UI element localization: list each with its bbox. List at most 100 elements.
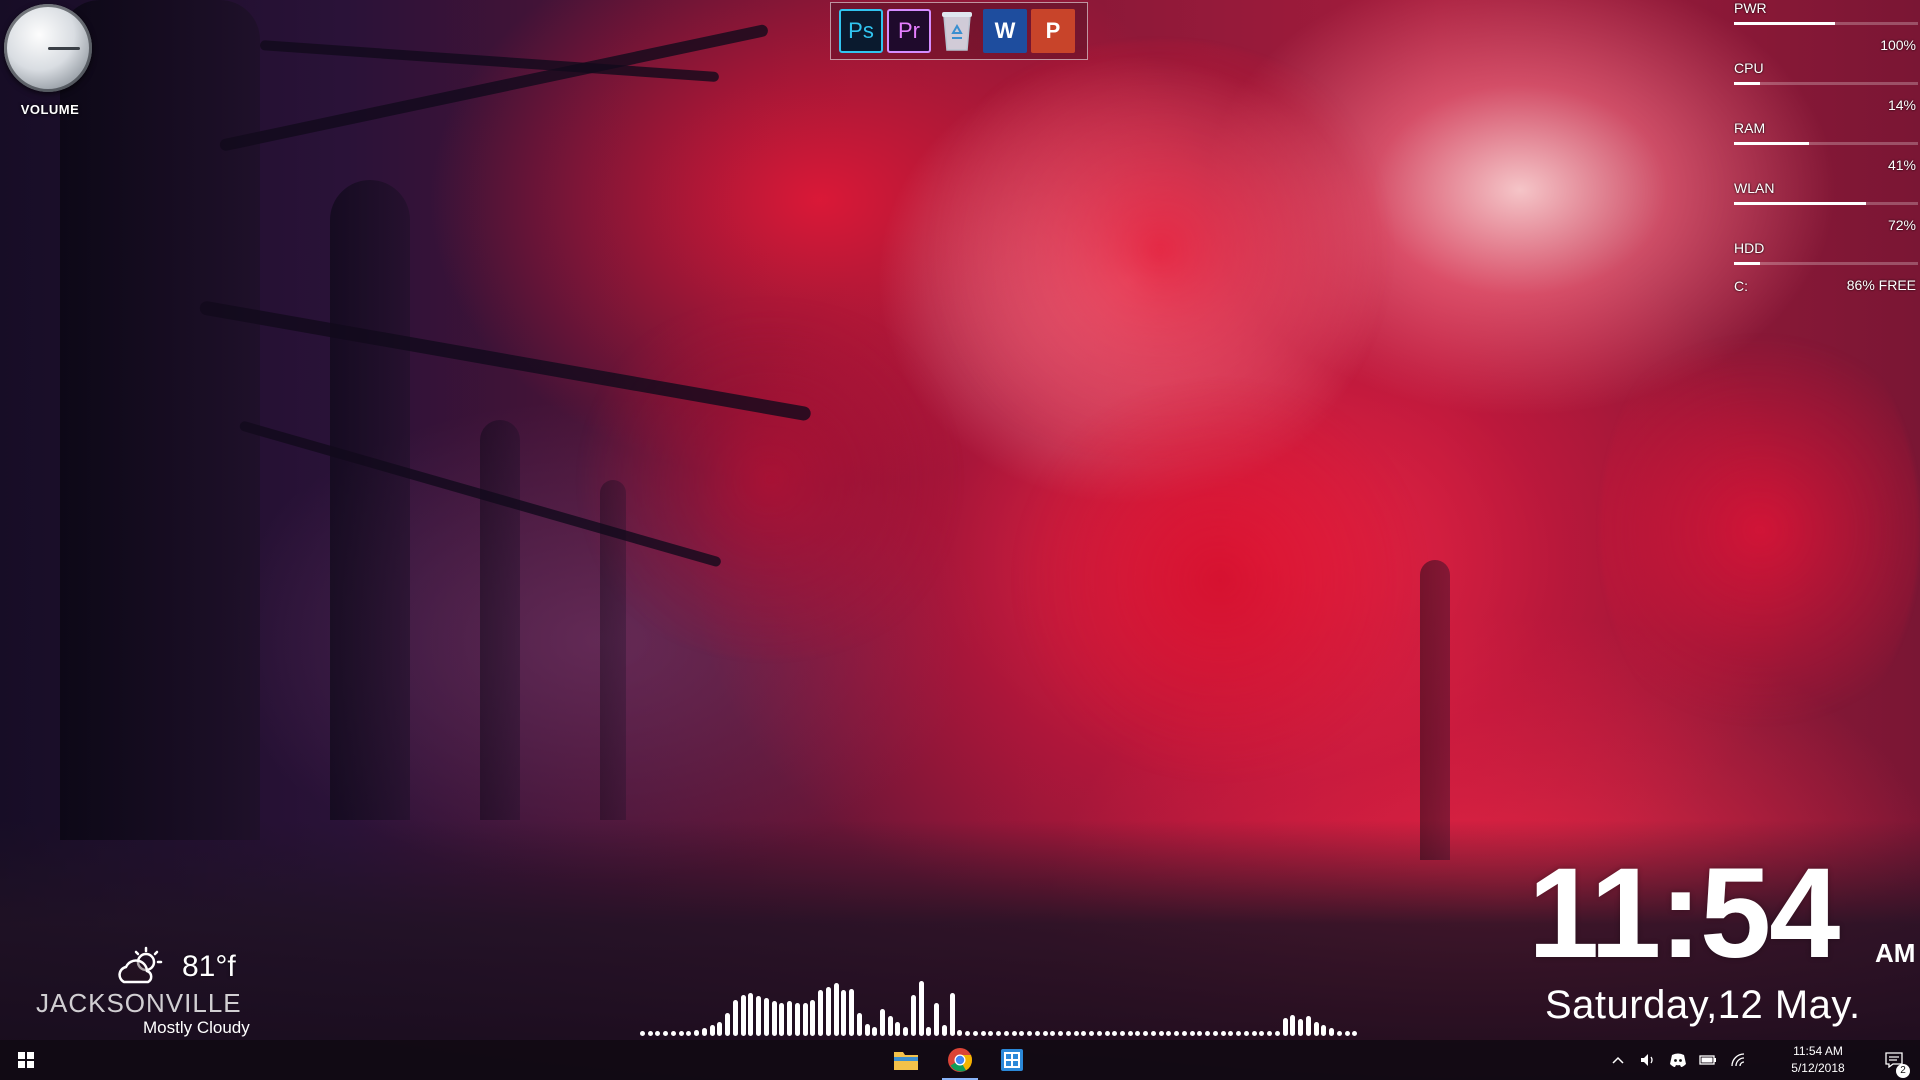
visualizer-bar <box>996 1031 1002 1036</box>
visualizer-bar <box>802 1002 808 1036</box>
visualizer-bar <box>841 990 847 1036</box>
recycle-bin-icon[interactable] <box>935 9 979 53</box>
photoshop-icon[interactable]: Ps <box>839 9 883 53</box>
visualizer-bar <box>1120 1031 1125 1036</box>
monitor-row-wlan: WLAN 72% <box>1732 180 1920 236</box>
tree-trunk <box>1420 560 1450 860</box>
tree-trunk <box>60 0 260 840</box>
visualizer-bar <box>1011 1031 1017 1036</box>
monitor-track <box>1734 262 1918 265</box>
visualizer-bar <box>1352 1031 1358 1036</box>
foliage-blob <box>1000 380 1440 780</box>
visualizer-bar <box>779 1002 785 1036</box>
visualizer-bar <box>686 1031 692 1036</box>
clock-date: Saturday,12 May. <box>1545 983 1861 1027</box>
tree-trunk <box>330 180 410 820</box>
visualizer-bar <box>1267 1031 1273 1036</box>
app-dock: Ps Pr W P <box>830 2 1088 60</box>
visualizer-bar <box>1305 1016 1311 1036</box>
visualizer-bar <box>965 1031 971 1036</box>
discord-icon[interactable] <box>1668 1050 1688 1070</box>
powerpoint-icon[interactable]: P <box>1031 9 1075 53</box>
visualizer-bar <box>1034 1031 1040 1036</box>
monitor-label: RAM <box>1734 120 1766 136</box>
visualizer-bar <box>1050 1031 1056 1036</box>
visualizer-bar <box>1150 1031 1156 1036</box>
visualizer-bar <box>732 999 738 1036</box>
volume-widget[interactable]: VOLUME <box>2 2 98 120</box>
monitor-row-pwr: PWR 100% <box>1732 0 1920 56</box>
visualizer-bar <box>1298 1019 1304 1036</box>
visualizer-bar <box>825 987 831 1036</box>
visualizer-bar <box>1003 1031 1009 1036</box>
volume-knob-indicator <box>48 47 80 50</box>
taskbar-file-explorer[interactable] <box>882 1040 930 1080</box>
monitor-track <box>1734 202 1918 205</box>
visualizer-bar <box>725 1013 731 1036</box>
visualizer-bar <box>748 993 754 1036</box>
visualizer-bar <box>1127 1031 1133 1036</box>
visualizer-bar <box>980 1031 986 1036</box>
visualizer-bar <box>1228 1031 1234 1036</box>
visualizer-bar <box>670 1031 676 1036</box>
chevron-up-icon[interactable] <box>1608 1050 1628 1070</box>
partly-cloudy-icon <box>118 946 163 984</box>
battery-icon[interactable] <box>1698 1050 1718 1070</box>
monitor-row-cpu: CPU 14% <box>1732 60 1920 116</box>
tree-trunk <box>480 420 520 820</box>
volume-knob[interactable] <box>4 4 92 92</box>
system-tray: 11:54 AM 5/12/2018 2 <box>1600 1040 1920 1080</box>
word-icon[interactable]: W <box>983 9 1027 53</box>
visualizer-bar <box>1027 1031 1033 1036</box>
visualizer-bar <box>1189 1031 1195 1036</box>
folder-icon <box>894 1052 918 1070</box>
visualizer-bar <box>647 1031 653 1036</box>
tray-date[interactable]: 5/12/2018 <box>1778 1061 1858 1075</box>
visualizer-bar <box>1104 1031 1110 1036</box>
visualizer-bar <box>640 1031 645 1036</box>
monitor-label: WLAN <box>1734 180 1775 196</box>
system-monitor: PWR 100% CPU 14% RAM 41% WLAN 72% HDD C:… <box>1732 0 1920 300</box>
visualizer-bar <box>903 1026 909 1036</box>
visualizer-bar <box>756 996 762 1036</box>
visualizer-bar <box>771 1001 777 1036</box>
monitor-bar-fill <box>1734 262 1760 265</box>
audio-visualizer <box>640 960 1360 1036</box>
visualizer-bar <box>926 1026 932 1036</box>
speaker-icon[interactable] <box>1638 1050 1658 1070</box>
taskbar-app-window[interactable] <box>988 1040 1036 1080</box>
tree-branch <box>259 40 720 83</box>
visualizer-bar <box>1042 1031 1048 1036</box>
visualizer-bar <box>709 1025 715 1036</box>
visualizer-bar <box>833 982 839 1036</box>
clock-ampm: AM <box>1875 938 1916 968</box>
tray-time[interactable]: 11:54 AM <box>1778 1044 1858 1058</box>
visualizer-bar <box>1112 1031 1118 1036</box>
visualizer-bar <box>717 1022 723 1036</box>
taskbar-chrome[interactable] <box>936 1040 984 1080</box>
visualizer-bar <box>663 1031 669 1036</box>
visualizer-bar <box>740 994 746 1036</box>
visualizer-bar <box>856 1013 862 1036</box>
clock-time: 11:54 <box>1528 842 1840 985</box>
visualizer-bar <box>1274 1031 1280 1036</box>
visualizer-bar <box>1282 1017 1288 1036</box>
visualizer-bar <box>818 990 824 1036</box>
start-button[interactable] <box>0 1040 52 1080</box>
visualizer-bar <box>655 1031 661 1036</box>
visualizer-bar <box>864 1023 870 1036</box>
desktop: VOLUME Ps Pr W P PWR 100% CPU 14% RAM 41… <box>0 0 1920 1080</box>
premiere-icon[interactable]: Pr <box>887 9 931 53</box>
wifi-icon[interactable] <box>1728 1050 1748 1070</box>
monitor-row-ram: RAM 41% <box>1732 120 1920 176</box>
visualizer-bar <box>972 1031 978 1036</box>
visualizer-bar <box>1344 1031 1350 1036</box>
visualizer-bar <box>1158 1031 1164 1036</box>
visualizer-bar <box>1143 1031 1149 1036</box>
visualizer-bar <box>872 1026 878 1036</box>
visualizer-bar <box>1313 1022 1319 1036</box>
visualizer-bar <box>1135 1031 1141 1036</box>
visualizer-bar <box>810 999 816 1036</box>
visualizer-bar <box>1251 1031 1257 1036</box>
visualizer-bar <box>1205 1031 1211 1036</box>
